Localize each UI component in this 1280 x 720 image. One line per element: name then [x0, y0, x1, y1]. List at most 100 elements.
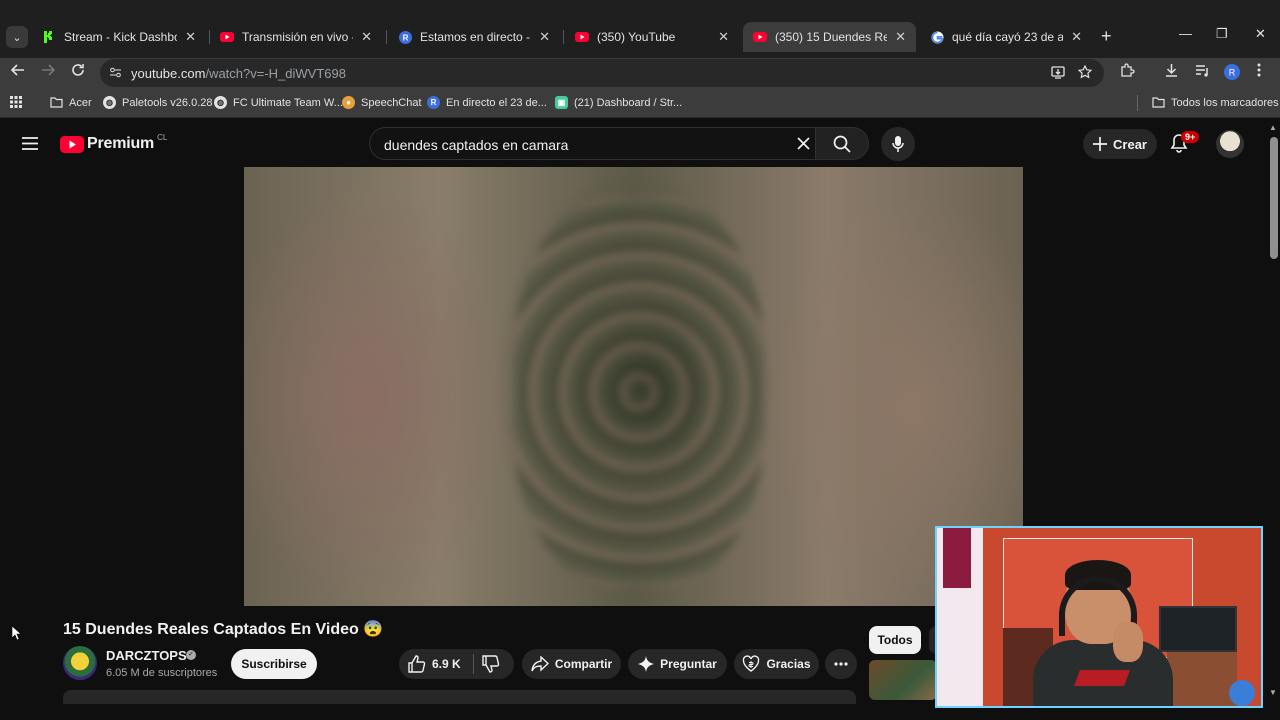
- restream-icon: R: [427, 96, 440, 109]
- share-arrow-icon: [531, 656, 549, 672]
- webcam-person-hand: [1113, 622, 1143, 662]
- thanks-button[interactable]: Gracias: [734, 649, 819, 679]
- video-title: 15 Duendes Reales Captados En Video 😨: [63, 621, 384, 638]
- address-bar[interactable]: youtube.com/watch?v=-H_diWVT698: [100, 59, 1104, 87]
- youtube-icon: [575, 30, 589, 44]
- recommended-video-thumbnail[interactable]: [869, 660, 937, 700]
- tab-restream[interactable]: R Estamos en directo - Restr ✕: [388, 24, 560, 50]
- tab-search-chevron-icon[interactable]: ⌄: [6, 26, 28, 48]
- extensions-puzzle-icon[interactable]: [1120, 63, 1135, 83]
- voice-search-button[interactable]: [881, 127, 915, 161]
- url-host: youtube.com: [131, 66, 206, 81]
- scrollbar-thumb[interactable]: [1270, 137, 1278, 259]
- minimize-icon[interactable]: —: [1179, 26, 1192, 41]
- webcam-ball: [1229, 680, 1255, 706]
- video-player[interactable]: [244, 167, 1023, 606]
- tab-google-search[interactable]: qué día cayó 23 de agosto ✕: [920, 24, 1092, 50]
- site-info-icon[interactable]: [109, 66, 122, 84]
- scroll-down-arrow-icon[interactable]: ▼: [1269, 688, 1277, 697]
- kick-icon: [42, 30, 56, 44]
- svg-text:R: R: [1229, 68, 1236, 78]
- bookmark-dashboard[interactable]: ▣ (21) Dashboard / Str...: [555, 96, 682, 109]
- like-button[interactable]: 6.9 K: [408, 655, 461, 673]
- webcam-overlay: [935, 526, 1263, 708]
- clear-search-icon[interactable]: [797, 137, 810, 155]
- like-dislike-divider: [473, 654, 474, 674]
- create-button[interactable]: Crear: [1083, 129, 1157, 159]
- globe-icon: ◍: [103, 96, 116, 109]
- search-input[interactable]: duendes captados en camara: [369, 127, 815, 160]
- more-dots-icon: [834, 662, 848, 666]
- forward-arrow-icon[interactable]: [41, 63, 56, 82]
- browser-toolbar: youtube.com/watch?v=-H_diWVT698 R: [0, 58, 1280, 88]
- chip-all[interactable]: Todos: [869, 626, 921, 654]
- reload-icon[interactable]: [71, 63, 85, 82]
- close-tab-icon[interactable]: ✕: [361, 29, 372, 45]
- verified-check-icon: ✓: [186, 650, 196, 660]
- ask-label: Preguntar: [660, 657, 717, 671]
- subscribe-button[interactable]: Suscribirse: [231, 649, 317, 679]
- thumbs-down-icon: [482, 655, 500, 673]
- close-tab-icon[interactable]: ✕: [185, 29, 196, 45]
- tab-transmision[interactable]: Transmisión en vivo - YouT ✕: [210, 24, 382, 50]
- super-thanks-heart-icon: [743, 655, 760, 672]
- bookmark-label: En directo el 23 de...: [446, 96, 547, 109]
- speechchat-icon: ●: [342, 96, 355, 109]
- bookmark-star-icon[interactable]: [1077, 64, 1093, 84]
- tab-kick-dashboard[interactable]: Stream - Kick Dashboard ✕: [32, 24, 206, 50]
- apps-grid-icon[interactable]: [10, 96, 22, 108]
- tab-title: qué día cayó 23 de agosto: [952, 30, 1064, 44]
- account-avatar[interactable]: [1216, 130, 1244, 158]
- search-button[interactable]: [815, 127, 869, 160]
- downloads-icon[interactable]: [1164, 63, 1179, 83]
- media-control-icon[interactable]: [1195, 63, 1210, 83]
- bookmark-label: Paletools v26.0.28: [122, 96, 213, 109]
- tab-youtube-home[interactable]: (350) YouTube ✕: [565, 24, 739, 50]
- bookmark-acer[interactable]: Acer: [50, 96, 92, 109]
- description-box[interactable]: [63, 690, 856, 704]
- youtube-icon: [753, 30, 767, 44]
- channel-avatar[interactable]: [63, 646, 97, 680]
- ask-button[interactable]: Preguntar: [628, 649, 727, 679]
- dislike-button[interactable]: [482, 655, 500, 678]
- subscriber-count: 6.05 M de suscriptores: [106, 667, 218, 679]
- youtube-premium-logo[interactable]: Premium CL: [60, 133, 167, 153]
- bookmark-speechchat[interactable]: ● SpeechChat: [342, 96, 422, 109]
- youtube-masthead: Premium CL duendes captados en camara Cr…: [0, 121, 1280, 167]
- install-app-icon[interactable]: [1051, 66, 1065, 84]
- close-tab-icon[interactable]: ✕: [1071, 29, 1082, 45]
- search-query: duendes captados en camara: [384, 137, 569, 153]
- bookmark-fc-ultimate[interactable]: ◍ FC Ultimate Team W...: [214, 96, 343, 109]
- back-arrow-icon[interactable]: [10, 63, 25, 82]
- url-text: youtube.com/watch?v=-H_diWVT698: [131, 66, 346, 81]
- hamburger-menu-icon[interactable]: [22, 137, 38, 155]
- bookmarks-divider: [1137, 95, 1138, 111]
- restore-icon[interactable]: ❐: [1216, 26, 1228, 42]
- close-tab-icon[interactable]: ✕: [539, 29, 550, 45]
- bookmark-label: FC Ultimate Team W...: [233, 96, 343, 109]
- close-tab-icon[interactable]: ✕: [718, 29, 729, 45]
- close-tab-icon[interactable]: ✕: [895, 29, 906, 45]
- new-tab-plus-icon[interactable]: +: [1101, 27, 1112, 45]
- tab-title: (350) 15 Duendes Reales C: [775, 30, 888, 44]
- channel-name[interactable]: DARCZTOPS: [106, 648, 187, 663]
- all-bookmarks[interactable]: Todos los marcadores: [1152, 96, 1279, 109]
- like-count: 6.9 K: [432, 657, 461, 671]
- webcam-curtain: [943, 528, 971, 588]
- bookmark-paletools[interactable]: ◍ Paletools v26.0.28: [103, 96, 213, 109]
- bookmark-label: SpeechChat: [361, 96, 422, 109]
- scroll-up-arrow-icon[interactable]: ▲: [1269, 123, 1277, 132]
- browser-menu-dots-icon[interactable]: [1257, 63, 1261, 82]
- browser-tab-strip: ⌄ Stream - Kick Dashboard ✕ Transmisión …: [0, 0, 1280, 58]
- tab-separator: [563, 30, 564, 44]
- more-actions-button[interactable]: [825, 649, 857, 679]
- create-label: Crear: [1113, 136, 1147, 152]
- profile-avatar[interactable]: R: [1224, 64, 1240, 85]
- tab-title: (350) YouTube: [597, 30, 676, 44]
- tab-active-video[interactable]: (350) 15 Duendes Reales C ✕: [743, 22, 916, 52]
- bookmark-en-directo[interactable]: R En directo el 23 de...: [427, 96, 547, 109]
- window-close-icon[interactable]: ✕: [1255, 26, 1266, 42]
- webcam-tv: [1159, 606, 1237, 652]
- share-button[interactable]: Compartir: [522, 649, 621, 679]
- webcam-dresser: [1167, 652, 1237, 706]
